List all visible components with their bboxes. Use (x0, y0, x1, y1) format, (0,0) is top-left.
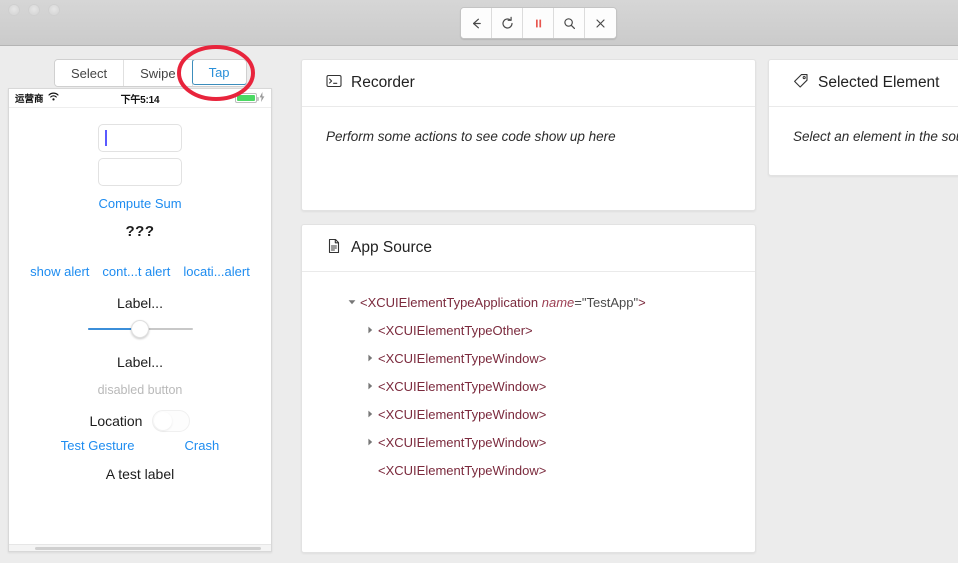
tab-select[interactable]: Select (55, 60, 125, 86)
device-app-content: Compute Sum ??? show alert cont...t aler… (9, 108, 271, 482)
app-source-tree: <XCUIElementTypeApplication name="TestAp… (302, 272, 755, 500)
chevron-right-icon[interactable] (362, 354, 378, 362)
tree-node[interactable]: <XCUIElementTypeWindow> (326, 372, 731, 400)
close-window-button[interactable] (8, 4, 20, 16)
device-status-bar: 运营商 下午5:14 (9, 89, 271, 108)
disabled-button: disabled button (97, 383, 183, 397)
battery-icon (235, 93, 259, 103)
zoom-window-button[interactable] (48, 4, 60, 16)
alert-button-row: show alert cont...t alert locati...alert (9, 264, 271, 279)
recorder-card: Recorder Perform some actions to see cod… (301, 59, 756, 211)
chevron-right-icon[interactable] (362, 326, 378, 334)
back-arrow-icon (469, 16, 484, 31)
selected-element-body: Select an element in the source (769, 107, 958, 166)
slider-knob[interactable] (131, 320, 149, 338)
compute-sum-button[interactable]: Compute Sum (9, 196, 271, 211)
selected-element-header: Selected Element (769, 60, 958, 107)
location-row: Location (9, 410, 271, 432)
sum-result-label: ??? (125, 223, 155, 240)
show-alert-button[interactable]: show alert (30, 264, 89, 279)
device-screenshot-panel[interactable]: 运营商 下午5:14 Compute Sum ??? show alert co… (8, 88, 272, 552)
tree-node[interactable]: <XCUIElementTypeOther> (326, 316, 731, 344)
tree-node-label: <XCUIElementTypeWindow> (378, 378, 547, 394)
tree-node-label: <XCUIElementTypeWindow> (378, 434, 547, 450)
pause-icon (531, 16, 546, 31)
status-bar-time: 下午5:14 (120, 94, 160, 106)
chevron-right-icon[interactable] (362, 438, 378, 446)
location-label: Location (89, 413, 143, 429)
action-tab-strip: Select Swipe Tap (54, 59, 247, 87)
tree-node[interactable]: <XCUIElementTypeWindow> (326, 456, 731, 484)
refresh-button[interactable] (492, 8, 523, 38)
location-alert-button[interactable]: locati...alert (183, 264, 249, 279)
sum-input-field-2[interactable] (98, 158, 182, 186)
minimize-window-button[interactable] (28, 4, 40, 16)
app-window: Select Swipe Tap 运营商 下午5:14 Compute Sum … (0, 0, 958, 563)
tree-node-label: <XCUIElementTypeApplication name="TestAp… (360, 294, 646, 310)
window-titlebar (0, 0, 958, 46)
content-alert-button[interactable]: cont...t alert (102, 264, 170, 279)
close-session-button[interactable] (585, 8, 616, 38)
tree-node-label: <XCUIElementTypeWindow> (378, 462, 547, 478)
tree-node[interactable]: <XCUIElementTypeWindow> (326, 344, 731, 372)
gesture-button-row: Test Gesture Crash (9, 438, 271, 453)
tree-node[interactable]: <XCUIElementTypeApplication name="TestAp… (326, 288, 731, 316)
back-button[interactable] (461, 8, 492, 38)
status-bar-right (235, 91, 265, 105)
pause-button[interactable] (523, 8, 554, 38)
app-source-card: App Source <XCUIElementTypeApplication n… (301, 224, 756, 553)
close-icon (593, 16, 608, 31)
tag-icon (793, 73, 809, 94)
tree-node-label: <XCUIElementTypeWindow> (378, 350, 547, 366)
slider-bottom-label: Label... (117, 354, 163, 370)
recorder-placeholder: Perform some actions to see code show up… (326, 129, 616, 144)
tab-select-label: Select (71, 65, 108, 81)
tab-tap[interactable]: Tap (191, 60, 246, 85)
tree-node-label: <XCUIElementTypeWindow> (378, 406, 547, 422)
chevron-down-icon[interactable] (344, 298, 360, 306)
traffic-lights (8, 4, 60, 16)
chevron-right-icon[interactable] (362, 382, 378, 390)
test-gesture-button[interactable]: Test Gesture (61, 438, 135, 453)
document-icon (326, 238, 342, 259)
device-panel-scrollbar[interactable] (9, 544, 271, 551)
search-button[interactable] (554, 8, 585, 38)
search-icon (562, 16, 577, 31)
tab-swipe-label: Swipe (140, 65, 176, 81)
sum-input-field-1[interactable] (98, 124, 182, 152)
selected-element-placeholder: Select an element in the source (793, 129, 958, 144)
terminal-icon (326, 73, 342, 94)
tab-swipe[interactable]: Swipe (124, 60, 193, 86)
app-source-title: App Source (351, 239, 432, 256)
chevron-right-icon[interactable] (362, 410, 378, 418)
selected-element-card: Selected Element Select an element in th… (768, 59, 958, 176)
crash-button[interactable]: Crash (185, 438, 220, 453)
tree-node[interactable]: <XCUIElementTypeWindow> (326, 400, 731, 428)
app-source-header: App Source (302, 225, 755, 272)
refresh-icon (500, 16, 515, 31)
tab-tap-label: Tap (208, 64, 230, 80)
recorder-body: Perform some actions to see code show up… (302, 107, 755, 166)
tree-node[interactable]: <XCUIElementTypeWindow> (326, 428, 731, 456)
tree-node-label: <XCUIElementTypeOther> (378, 322, 533, 338)
text-caret (105, 130, 107, 146)
value-slider[interactable] (87, 320, 193, 338)
charging-bolt-icon (259, 91, 265, 105)
session-toolbar (460, 7, 617, 39)
location-toggle-switch[interactable] (152, 410, 191, 432)
a-test-label: A test label (105, 466, 175, 482)
recorder-header: Recorder (302, 60, 755, 107)
slider-top-label: Label... (117, 295, 163, 311)
recorder-title: Recorder (351, 74, 415, 91)
selected-element-title: Selected Element (818, 74, 940, 91)
